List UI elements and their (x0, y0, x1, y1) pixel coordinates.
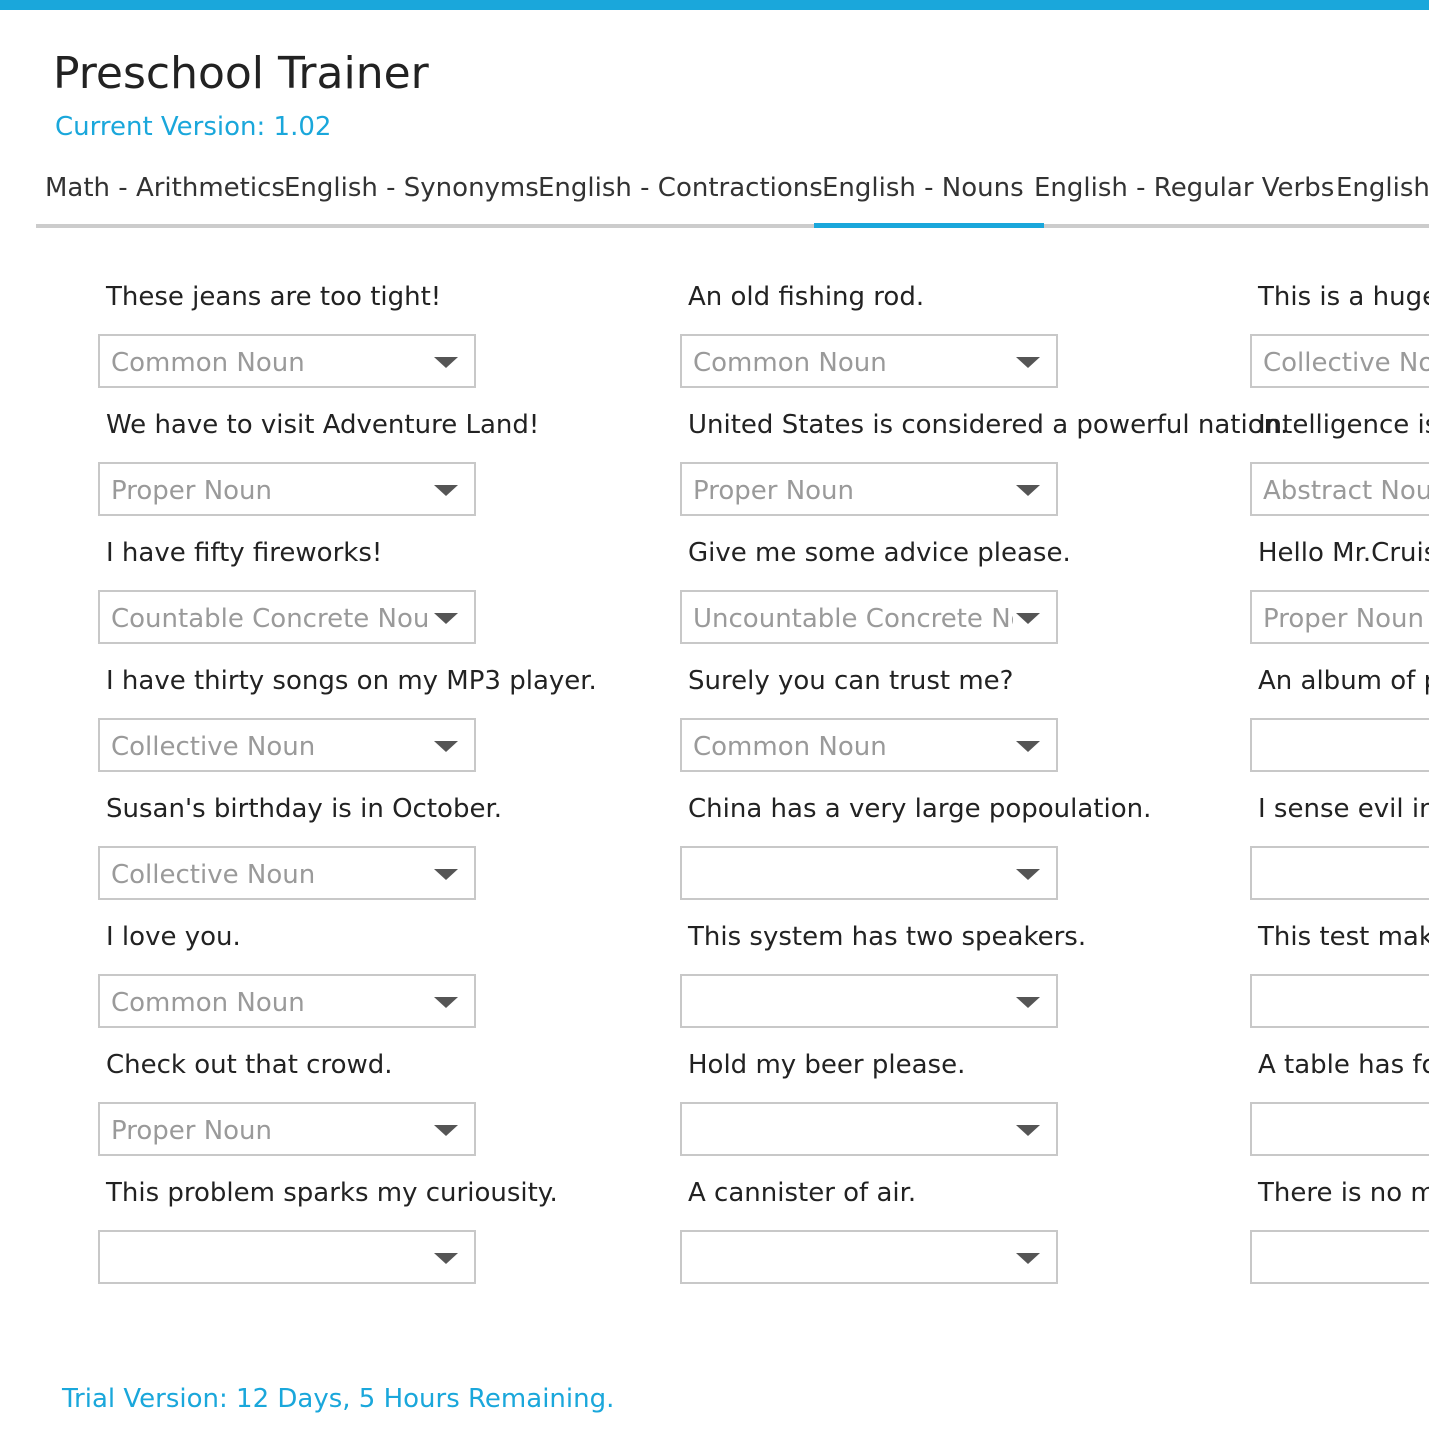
chevron-down-icon (434, 613, 458, 624)
chevron-down-icon (1016, 485, 1040, 496)
dropdown-selected-value: Uncountable Concrete Noun (693, 604, 1013, 634)
dropdown-selected-value: Collective Noun (111, 860, 316, 890)
dropdown-selected-value: Common Noun (111, 988, 305, 1018)
noun-type-dropdown[interactable]: Collective Noun (98, 846, 476, 900)
question-sentence: There is no mo (1258, 1178, 1429, 1208)
noun-type-dropdown[interactable] (1250, 718, 1429, 772)
tab-label: English - Contractions (538, 173, 823, 203)
question-sentence: United States is considered a powerful n… (688, 410, 1289, 440)
chevron-down-icon (1016, 997, 1040, 1008)
noun-type-dropdown[interactable]: Countable Concrete Noun (98, 590, 476, 644)
noun-type-dropdown[interactable]: Common Noun (680, 718, 1058, 772)
dropdown-selected-value: Countable Concrete Noun (111, 604, 431, 634)
question-sentence: A cannister of air. (688, 1178, 917, 1208)
question-sentence: I have thirty songs on my MP3 player. (106, 666, 597, 696)
chevron-down-icon (1016, 357, 1040, 368)
chevron-down-icon (1016, 1253, 1040, 1264)
noun-type-dropdown[interactable]: Uncountable Concrete Noun (680, 590, 1058, 644)
chevron-down-icon (434, 741, 458, 752)
chevron-down-icon (434, 997, 458, 1008)
chevron-down-icon (434, 1253, 458, 1264)
noun-type-dropdown[interactable]: Proper Noun (1250, 590, 1429, 644)
noun-type-dropdown[interactable] (1250, 974, 1429, 1028)
question-sentence: I love you. (106, 922, 241, 952)
noun-type-dropdown[interactable] (680, 974, 1058, 1028)
tab-english-contractions[interactable]: English - Contractions (538, 166, 823, 228)
noun-type-dropdown[interactable] (1250, 846, 1429, 900)
dropdown-selected-value: Proper Noun (111, 1116, 273, 1146)
noun-type-dropdown[interactable] (680, 1230, 1058, 1284)
question-sentence: These jeans are too tight! (106, 282, 442, 312)
tab-english-more[interactable]: English - (1336, 166, 1429, 228)
top-accent-bar (0, 0, 1429, 10)
question-grid: These jeans are too tight! Common Noun We … (0, 228, 1429, 1348)
noun-type-dropdown[interactable]: Proper Noun (680, 462, 1058, 516)
question-sentence: Susan's birthday is in October. (106, 794, 503, 824)
question-sentence: Give me some advice please. (688, 538, 1071, 568)
noun-type-dropdown[interactable]: Proper Noun (98, 1102, 476, 1156)
app-title: Preschool Trainer (53, 48, 429, 99)
noun-type-dropdown[interactable] (680, 846, 1058, 900)
chevron-down-icon (434, 1125, 458, 1136)
question-sentence: Surely you can trust me? (688, 666, 1014, 696)
dropdown-selected-value: Collective Nou (1263, 348, 1429, 378)
noun-type-dropdown[interactable] (1250, 1102, 1429, 1156)
question-sentence: China has a very large popoulation. (688, 794, 1152, 824)
tab-label: English - Regular Verbs (1034, 173, 1335, 203)
question-sentence: An album of p (1258, 666, 1429, 696)
noun-type-dropdown[interactable]: Proper Noun (98, 462, 476, 516)
question-sentence: This system has two speakers. (688, 922, 1087, 952)
tab-english-synonyms[interactable]: English - Synonyms (284, 166, 539, 228)
dropdown-selected-value: Proper Noun (1263, 604, 1425, 634)
version-label: Current Version: 1.02 (55, 112, 332, 142)
tab-label: Math - Arithmetics (45, 173, 285, 203)
tab-bar: Math - Arithmetics English - Synonyms En… (36, 166, 1429, 228)
tab-label: English - Nouns (822, 173, 1024, 203)
question-sentence: I have fifty fireworks! (106, 538, 383, 568)
question-sentence: Intelligence is r (1258, 410, 1429, 440)
noun-type-dropdown[interactable]: Common Noun (98, 334, 476, 388)
noun-type-dropdown[interactable]: Collective Nou (1250, 334, 1429, 388)
noun-type-dropdown[interactable] (680, 1102, 1058, 1156)
tab-english-nouns[interactable]: English - Nouns (814, 166, 1044, 228)
dropdown-selected-value: Proper Noun (693, 476, 855, 506)
chevron-down-icon (434, 485, 458, 496)
app-window: Preschool Trainer Current Version: 1.02 … (0, 0, 1429, 1430)
question-sentence: We have to visit Adventure Land! (106, 410, 540, 440)
question-sentence: A table has fou (1258, 1050, 1429, 1080)
question-sentence: This problem sparks my curiousity. (106, 1178, 558, 1208)
dropdown-selected-value: Common Noun (693, 732, 887, 762)
question-sentence: Hello Mr.Cruise (1258, 538, 1429, 568)
chevron-down-icon (434, 357, 458, 368)
chevron-down-icon (1016, 613, 1040, 624)
tab-english-regular-verbs[interactable]: English - Regular Verbs (1034, 166, 1334, 228)
chevron-down-icon (434, 869, 458, 880)
chevron-down-icon (1016, 1125, 1040, 1136)
noun-type-dropdown[interactable] (1250, 1230, 1429, 1284)
noun-type-dropdown[interactable]: Collective Noun (98, 718, 476, 772)
tab-label: English - (1336, 173, 1429, 203)
noun-type-dropdown[interactable]: Common Noun (680, 334, 1058, 388)
dropdown-selected-value: Common Noun (111, 348, 305, 378)
noun-type-dropdown[interactable]: Abstract Noun (1250, 462, 1429, 516)
trial-status: Trial Version: 12 Days, 5 Hours Remainin… (62, 1384, 615, 1414)
question-sentence: Hold my beer please. (688, 1050, 966, 1080)
question-sentence: This test makes (1258, 922, 1429, 952)
dropdown-selected-value: Abstract Noun (1263, 476, 1429, 506)
dropdown-selected-value: Common Noun (693, 348, 887, 378)
dropdown-selected-value: Collective Noun (111, 732, 316, 762)
tab-math-arithmetics[interactable]: Math - Arithmetics (45, 166, 285, 228)
noun-type-dropdown[interactable] (98, 1230, 476, 1284)
dropdown-selected-value: Proper Noun (111, 476, 273, 506)
question-sentence: I sense evil in th (1258, 794, 1429, 824)
question-sentence: Check out that crowd. (106, 1050, 393, 1080)
tab-label: English - Synonyms (284, 173, 539, 203)
noun-type-dropdown[interactable]: Common Noun (98, 974, 476, 1028)
chevron-down-icon (1016, 741, 1040, 752)
question-sentence: An old fishing rod. (688, 282, 925, 312)
chevron-down-icon (1016, 869, 1040, 880)
question-sentence: This is a huge a (1258, 282, 1429, 312)
